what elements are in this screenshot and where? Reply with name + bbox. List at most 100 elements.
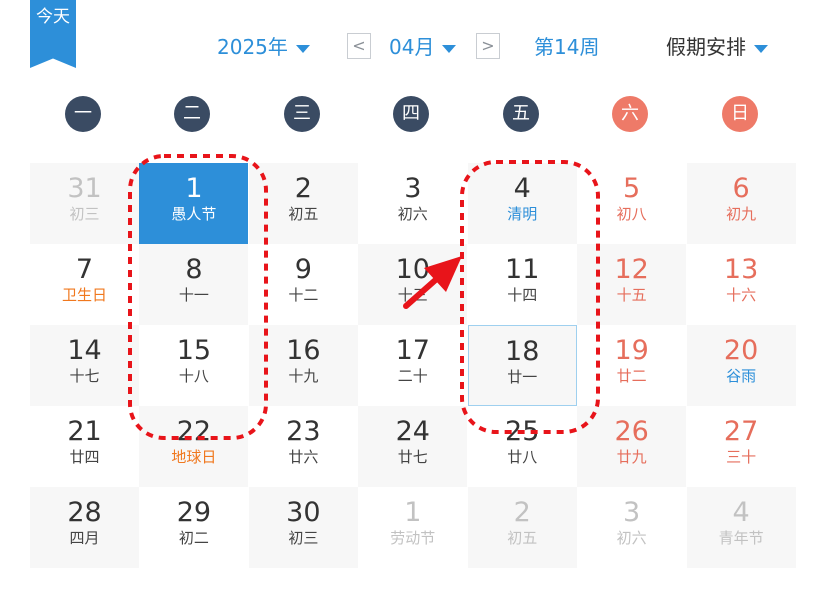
month-label: 04月: [389, 35, 435, 59]
holiday-dropdown[interactable]: 假期安排: [666, 30, 768, 64]
day-number: 24: [395, 416, 430, 447]
lunar-label: 青年节: [718, 529, 764, 547]
weekday-sat: 六: [612, 96, 648, 132]
day-cell[interactable]: 12 十五: [577, 244, 687, 325]
day-number: 4: [732, 497, 750, 528]
weekday-fri: 五: [503, 96, 539, 132]
day-cell[interactable]: 25 廿八: [468, 406, 577, 487]
lunar-label: 初二: [178, 529, 209, 547]
lunar-label: 廿六: [288, 448, 319, 466]
lunar-label: 十六: [726, 286, 757, 304]
day-cell[interactable]: 17 二十: [358, 325, 467, 406]
weekday-header: 一 二 三 四 五 六 日: [30, 96, 796, 136]
day-number: 15: [176, 335, 212, 366]
day-cell[interactable]: 21 廿四: [30, 406, 139, 487]
day-number: 28: [67, 497, 102, 528]
day-cell[interactable]: 4 清明: [467, 163, 577, 244]
day-cell[interactable]: 24 廿七: [358, 406, 468, 487]
lunar-label: 初三: [69, 205, 100, 223]
day-number: 1: [404, 497, 422, 528]
day-number: 4: [513, 173, 531, 204]
lunar-label: 十二: [288, 286, 319, 304]
chevron-down-icon: [754, 44, 768, 53]
day-number: 11: [505, 254, 540, 285]
lunar-label: 初九: [726, 205, 757, 223]
lunar-label: 初五: [507, 529, 538, 547]
weekday-thu: 四: [393, 96, 429, 132]
weekday-sun: 日: [722, 96, 758, 132]
lunar-label: 三十: [726, 448, 757, 466]
lunar-label: 十七: [69, 367, 100, 385]
next-month-button[interactable]: >: [476, 33, 500, 59]
day-number: 29: [176, 497, 212, 528]
day-cell[interactable]: 22 地球日: [139, 406, 249, 487]
day-cell[interactable]: 7 卫生日: [30, 244, 139, 325]
day-number: 7: [75, 254, 94, 285]
day-number: 13: [723, 254, 759, 285]
day-cell[interactable]: 28 四月: [30, 487, 139, 568]
lunar-label: 廿四: [69, 448, 100, 466]
day-number: 3: [623, 497, 641, 528]
lunar-label: 劳动节: [390, 529, 436, 547]
week-label: 第14周: [534, 35, 600, 59]
day-cell[interactable]: 20 谷雨: [686, 325, 796, 406]
month-dropdown[interactable]: 04月: [389, 30, 457, 64]
day-number: 22: [176, 416, 212, 447]
day-number: 2: [513, 497, 531, 528]
lunar-label: 廿八: [507, 448, 538, 466]
day-cell[interactable]: 15 十八: [139, 325, 248, 406]
day-cell[interactable]: 27 三十: [687, 406, 796, 487]
day-cell[interactable]: 14 十七: [30, 325, 139, 406]
day-cell[interactable]: 11 十四: [468, 244, 577, 325]
day-cell[interactable]: 29 初二: [139, 487, 248, 568]
day-cell[interactable]: 9 十二: [249, 244, 358, 325]
day-cell[interactable]: 3 初六: [577, 487, 686, 568]
weekday-tue: 二: [174, 96, 210, 132]
lunar-label: 地球日: [171, 448, 217, 466]
day-cell[interactable]: 6 初九: [686, 163, 796, 244]
day-number: 8: [185, 254, 203, 285]
day-cell[interactable]: 8 十一: [139, 244, 249, 325]
lunar-label: 十八: [178, 367, 209, 385]
day-cell[interactable]: 31 初三: [30, 163, 139, 244]
day-number: 27: [723, 416, 759, 447]
lunar-label: 十五: [616, 286, 647, 304]
day-number: 26: [614, 416, 649, 447]
day-cell[interactable]: 23 廿六: [249, 406, 358, 487]
day-number: 23: [286, 416, 321, 447]
day-number: 2: [294, 173, 312, 204]
lunar-label: 初六: [397, 205, 428, 223]
day-number: 20: [723, 335, 759, 366]
lunar-label: 廿二: [616, 367, 647, 385]
day-cell[interactable]: 30 初三: [248, 487, 358, 568]
day-number: 12: [614, 254, 649, 285]
day-cell[interactable]: 2 初五: [248, 163, 358, 244]
year-dropdown[interactable]: 2025年: [217, 30, 310, 64]
day-cell[interactable]: 1 劳动节: [358, 487, 467, 568]
prev-month-button[interactable]: <: [347, 33, 371, 59]
day-number: 14: [67, 335, 102, 366]
day-cell[interactable]: 2 初五: [467, 487, 577, 568]
day-cell[interactable]: 10 十三: [358, 244, 468, 325]
day-cell[interactable]: 1 愚人节: [139, 163, 249, 244]
lunar-label: 十三: [397, 286, 428, 304]
lunar-label: 廿一: [507, 368, 538, 386]
lunar-label: 廿九: [616, 448, 647, 466]
chevron-down-icon: [442, 44, 457, 53]
day-number: 21: [67, 416, 102, 447]
lunar-label: 愚人节: [171, 205, 217, 223]
day-number: 30: [286, 497, 321, 528]
calendar-header: 2025年 < 04月 > 第14周 假期安排: [0, 30, 825, 64]
day-cell[interactable]: 13 十六: [687, 244, 796, 325]
chevron-down-icon: [295, 44, 310, 53]
day-cell[interactable]: 19 廿二: [577, 325, 686, 406]
day-cell[interactable]: 18 廿一: [467, 325, 577, 406]
lunar-label: 清明: [507, 205, 538, 223]
day-cell[interactable]: 4 青年节: [686, 487, 796, 568]
lunar-label: 谷雨: [726, 367, 757, 385]
day-cell[interactable]: 26 廿九: [577, 406, 687, 487]
day-cell[interactable]: 16 十九: [248, 325, 358, 406]
day-cell[interactable]: 5 初八: [577, 163, 686, 244]
day-number: 9: [294, 254, 312, 285]
day-cell[interactable]: 3 初六: [358, 163, 467, 244]
